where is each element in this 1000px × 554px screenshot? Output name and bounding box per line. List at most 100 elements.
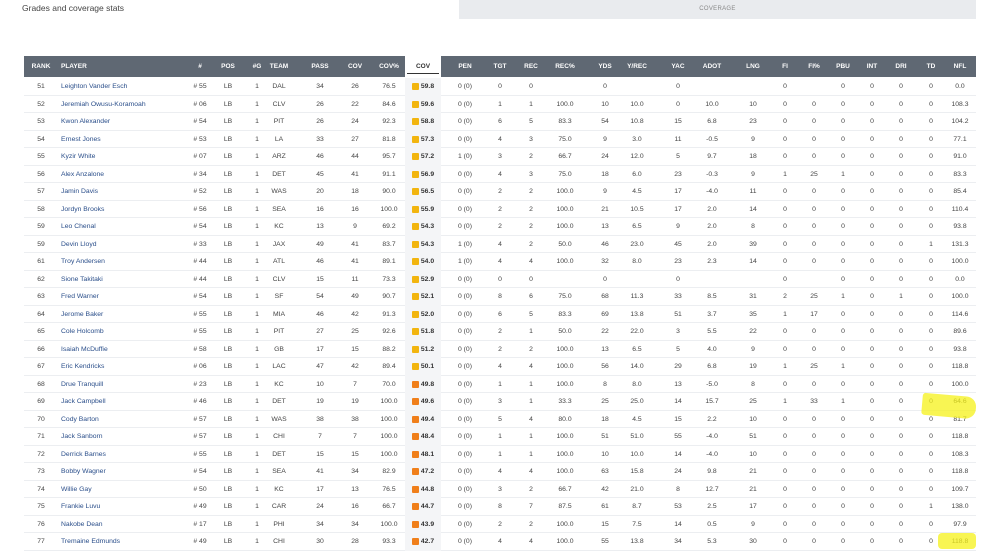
table-row[interactable]: 69 Jack Campbell # 46 LB 1 DET 19 19 100.0 49.6 0 … bbox=[24, 393, 976, 411]
table-row[interactable]: 56 Alex Anzalone # 34 LB 1 DET 45 41 91.1 56.9 0 (… bbox=[24, 165, 976, 184]
table-row[interactable]: 58 Jordyn Brooks # 56 LB 1 SEA 16 16 100.0 55.9 0 … bbox=[24, 200, 976, 219]
cell-player[interactable]: Jack Sanborn bbox=[61, 428, 201, 446]
cell-player[interactable]: Ernest Jones bbox=[61, 131, 201, 149]
cell-nfl: 89.6 bbox=[953, 328, 967, 335]
table-row[interactable]: 70 Cody Barton # 57 LB 1 WAS 38 38 100.0 49.4 0 (0… bbox=[24, 410, 976, 429]
table-row[interactable]: 57 Jamin Davis # 52 LB 1 WAS 20 18 90.0 56.5 0 (0)… bbox=[24, 183, 976, 201]
cell-yds: 68 bbox=[601, 293, 609, 300]
cell-player[interactable]: Cole Holcomb bbox=[61, 323, 201, 341]
table-row[interactable]: 63 Fred Warner # 54 LB 1 SF 54 49 90.7 52.1 0 (0) 8… bbox=[24, 288, 976, 306]
column-header-fi-pct[interactable]: FI% bbox=[802, 56, 826, 77]
column-header-yds[interactable]: YDS bbox=[592, 56, 618, 77]
table-row[interactable]: 73 Bobby Wagner # 54 LB 1 SEA 41 34 82.9 47.2 0 (0… bbox=[24, 463, 976, 481]
column-header-pen[interactable]: PEN bbox=[450, 56, 480, 77]
cell-rec-pct: 100.0 bbox=[556, 188, 574, 195]
column-header-yac[interactable]: YAC bbox=[666, 56, 690, 77]
column-header-fi[interactable]: FI bbox=[775, 56, 795, 77]
column-header-cov[interactable]: COV bbox=[342, 56, 368, 77]
cell-rec-pct: 66.7 bbox=[558, 153, 572, 160]
column-header-nfl[interactable]: NFL bbox=[946, 56, 974, 77]
cell-player[interactable]: Jerome Baker bbox=[61, 306, 201, 324]
cell-player[interactable]: Nakobe Dean bbox=[61, 516, 201, 534]
cell-player[interactable]: Leighton Vander Esch bbox=[61, 78, 201, 96]
column-header-cov-pct[interactable]: COV% bbox=[374, 56, 404, 77]
cell-player[interactable]: Isaiah McDuffie bbox=[61, 341, 201, 359]
cell-dri: 0 bbox=[899, 153, 903, 160]
table-row[interactable]: 62 Sione Takitaki # 44 LB 1 CLV 15 11 73.3 52.9 0 … bbox=[24, 270, 976, 289]
column-header-int[interactable]: INT bbox=[860, 56, 884, 77]
cell-lng: 19 bbox=[749, 363, 757, 370]
table-row[interactable]: 68 Drue Tranquill # 23 LB 1 KC 10 7 70.0 49.8 0 (0… bbox=[24, 375, 976, 394]
cell-team: KC bbox=[274, 223, 284, 230]
column-header-td[interactable]: TD bbox=[919, 56, 943, 77]
cell-player[interactable]: Cody Barton bbox=[61, 411, 201, 429]
cell-team: DAL bbox=[272, 83, 286, 90]
column-header-lng[interactable]: LNG bbox=[741, 56, 765, 77]
cell-pen: 0 (0) bbox=[458, 328, 472, 335]
cell-pbu: 0 bbox=[841, 433, 845, 440]
table-row[interactable]: 53 Kwon Alexander # 54 LB 1 PIT 26 24 92.3 58.8 0 … bbox=[24, 113, 976, 131]
column-header-rec[interactable]: REC bbox=[519, 56, 543, 77]
cell-player[interactable]: Sione Takitaki bbox=[61, 271, 201, 289]
table-row[interactable]: 61 Troy Andersen # 44 LB 1 ATL 46 41 89.1 54.0 1 (… bbox=[24, 253, 976, 271]
cell-player[interactable]: Derrick Barnes bbox=[61, 446, 201, 464]
cell-team: DET bbox=[272, 450, 286, 458]
cell-player[interactable]: Jeremiah Owusu-Koramoah bbox=[61, 96, 201, 114]
column-header-pass[interactable]: PASS bbox=[306, 56, 334, 77]
column-header-dri[interactable]: DRI bbox=[889, 56, 913, 77]
column-header-jersey[interactable]: # bbox=[184, 56, 216, 77]
cell-pass: 30 bbox=[316, 538, 324, 545]
column-header-pos[interactable]: POS bbox=[216, 56, 240, 77]
table-row[interactable]: 55 Kyzir White # 07 LB 1 ARZ 46 44 95.7 57.2 1 (0)… bbox=[24, 148, 976, 166]
table-row[interactable]: 54 Ernest Jones # 53 LB 1 LA 33 27 81.8 57.3 0 (0)… bbox=[24, 130, 976, 149]
cell-player[interactable]: Jordyn Brooks bbox=[61, 201, 201, 219]
table-row[interactable]: 75 Frankie Luvu # 49 LB 1 CAR 24 16 66.7 44.7 0 (0… bbox=[24, 498, 976, 516]
table-row[interactable]: 65 Cole Holcomb # 55 LB 1 PIT 27 25 92.6 51.8 0 (0… bbox=[24, 323, 976, 341]
column-header-rec-pct[interactable]: REC% bbox=[549, 56, 581, 77]
table-row[interactable]: 59 Leo Chenal # 54 LB 1 KC 13 9 69.2 54.3 0 (0) 2 2 1… bbox=[24, 218, 976, 236]
table-row[interactable]: 77 Tremaine Edmunds # 49 LB 1 CHI 30 28 93.3 42.7… bbox=[24, 533, 976, 551]
cell-player[interactable]: Devin Lloyd bbox=[61, 236, 201, 254]
cell-player[interactable]: Troy Andersen bbox=[61, 253, 201, 271]
table-row[interactable]: 51 Leighton Vander Esch # 55 LB 1 DAL 34 26 76.5… bbox=[24, 78, 976, 96]
cell-player[interactable]: Bobby Wagner bbox=[61, 463, 201, 481]
table-row[interactable]: 52 Jeremiah Owusu-Koramoah # 06 LB 1 CLV 26 22 8… bbox=[24, 95, 976, 114]
table-row[interactable]: 66 Isaiah McDuffie # 58 LB 1 GB 17 15 88.2 51.2 0 … bbox=[24, 340, 976, 359]
table-row[interactable]: 71 Jack Sanborn # 57 LB 1 CHI 7 7 100.0 48.4 0 (0)… bbox=[24, 428, 976, 446]
cell-player[interactable]: Fred Warner bbox=[61, 288, 201, 306]
cell-yac: 29 bbox=[674, 363, 682, 370]
column-header-pbu[interactable]: PBU bbox=[831, 56, 855, 77]
column-header-y-rec[interactable]: Y/REC bbox=[620, 56, 654, 77]
cell-player[interactable]: Alex Anzalone bbox=[61, 166, 201, 184]
column-header-cov-grade[interactable]: COV bbox=[405, 56, 441, 77]
table-row[interactable]: 72 Derrick Barnes # 55 LB 1 DET 15 15 100.0 48.1 0… bbox=[24, 445, 976, 464]
cell-lng: 30 bbox=[749, 538, 757, 545]
cell-player[interactable]: Willie Gay bbox=[61, 481, 201, 499]
table-row[interactable]: 76 Nakobe Dean # 17 LB 1 PHI 34 34 100.0 43.9 0 (0… bbox=[24, 515, 976, 534]
column-header-adot[interactable]: ADOT bbox=[696, 56, 728, 77]
table-row[interactable]: 74 Willie Gay # 50 LB 1 KC 17 13 76.5 44.8 0 (0) 3 2… bbox=[24, 480, 976, 499]
cell-player[interactable]: Jack Campbell bbox=[61, 393, 201, 411]
cell-nfl: 85.4 bbox=[953, 188, 967, 195]
cell-games: 1 bbox=[255, 188, 259, 195]
column-header-rank[interactable]: RANK bbox=[26, 56, 56, 77]
column-header-games[interactable]: #G bbox=[246, 56, 268, 77]
table-row[interactable]: 67 Eric Kendricks # 06 LB 1 LAC 47 42 89.4 50.1 0 … bbox=[24, 358, 976, 376]
table-row[interactable]: 59 Devin Lloyd # 33 LB 1 JAX 49 41 83.7 54.3 1 (0)… bbox=[24, 235, 976, 254]
cell-yac: 51 bbox=[674, 310, 682, 318]
table-row[interactable]: 64 Jerome Baker # 55 LB 1 MIA 46 42 91.3 52.0 0 (0… bbox=[24, 305, 976, 324]
cell-fi: 0 bbox=[783, 328, 787, 335]
column-header-team[interactable]: TEAM bbox=[268, 56, 290, 77]
cell-player[interactable]: Eric Kendricks bbox=[61, 358, 201, 376]
cell-player[interactable]: Frankie Luvu bbox=[61, 498, 201, 516]
cell-player[interactable]: Jamin Davis bbox=[61, 183, 201, 201]
cell-adot: 6.8 bbox=[707, 363, 717, 370]
cell-player[interactable]: Kyzir White bbox=[61, 148, 201, 166]
cell-pen: 0 (0) bbox=[458, 188, 472, 195]
column-header-player[interactable]: PLAYER bbox=[61, 56, 201, 77]
column-header-tgt[interactable]: TGT bbox=[487, 56, 513, 77]
cell-player[interactable]: Kwon Alexander bbox=[61, 113, 201, 131]
cell-player[interactable]: Drue Tranquill bbox=[61, 376, 201, 394]
cell-player[interactable]: Tremaine Edmunds bbox=[61, 533, 201, 551]
cell-player[interactable]: Leo Chenal bbox=[61, 218, 201, 236]
